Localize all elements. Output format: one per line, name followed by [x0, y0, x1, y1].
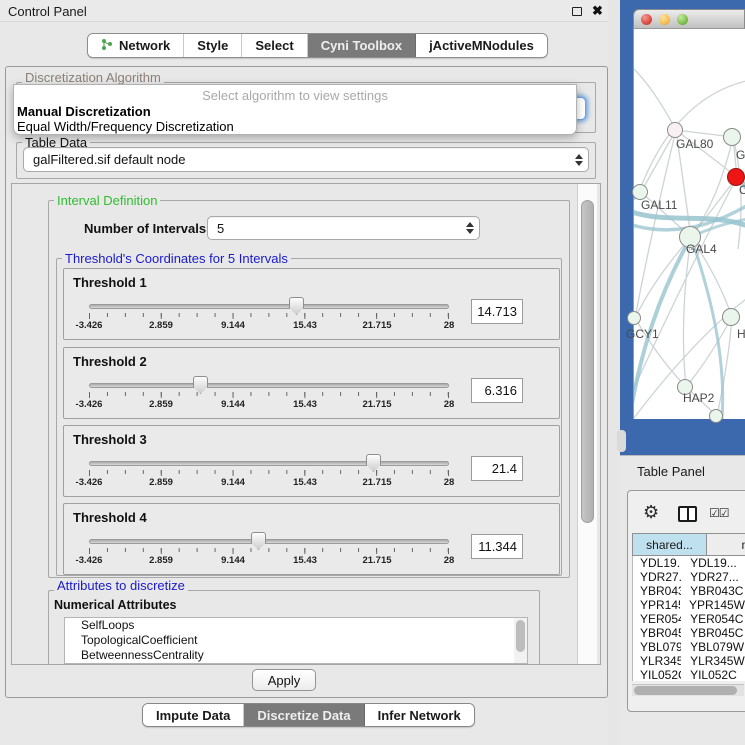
threshold-4-value-field[interactable] — [471, 534, 523, 559]
threshold-3-label: Threshold 3 — [73, 432, 147, 447]
table-row[interactable]: YPR145WYPR145W — [633, 598, 745, 612]
table-row[interactable]: YBL079WYBL079W — [633, 640, 745, 654]
control-panel-titlebar — [0, 0, 620, 22]
threshold-3-value-field[interactable] — [471, 456, 523, 481]
close-icon[interactable]: ✖ — [592, 3, 603, 19]
threshold-2-value-field[interactable] — [471, 378, 523, 403]
column-header-name[interactable]: name — [707, 533, 745, 556]
threshold-4-slider-track[interactable] — [89, 539, 449, 544]
numerical-attributes-list[interactable]: SelfLoops TopologicalCoefficient Between… — [64, 617, 528, 664]
interval-group-title: Interval Definition — [54, 193, 160, 208]
combo-spinner-icon — [570, 154, 588, 166]
dropdown-prompt: Select algorithm to view settings — [14, 88, 576, 103]
table-data-combobox[interactable]: galFiltered.sif default node — [23, 147, 589, 172]
num-intervals-label: Number of Intervals — [84, 221, 206, 236]
select-columns-icon[interactable]: ☑☑ — [709, 506, 729, 520]
node-label-gcy1: GCY1 — [626, 327, 659, 341]
node-label-hap2: HAP2 — [683, 391, 714, 405]
float-window-icon[interactable] — [572, 7, 582, 16]
application-window: Control Panel ✖ Network Style Select Cyn… — [0, 0, 745, 745]
node-label-gal11: GAL11 — [641, 198, 677, 212]
gear-icon[interactable]: ⚙ — [643, 502, 659, 523]
threshold-3-slider-track[interactable] — [89, 461, 449, 466]
node-label-c: C — [739, 183, 745, 197]
tab-infer-network[interactable]: Infer Network — [365, 704, 474, 726]
threshold-1-value-field[interactable] — [471, 299, 523, 324]
dropdown-option-manual[interactable]: Manual Discretization — [17, 104, 151, 119]
list-item[interactable]: BetweennessCentrality — [65, 648, 527, 663]
num-intervals-combobox[interactable]: 5 — [207, 216, 480, 240]
table-row[interactable]: YER054CYER054C — [633, 612, 745, 626]
algorithm-group-title: Discretization Algorithm — [22, 70, 164, 85]
threshold-2-slider-track[interactable] — [89, 383, 449, 388]
node-gcy1[interactable] — [627, 311, 641, 325]
tab-discretize-data[interactable]: Discretize Data — [244, 704, 364, 726]
table-row[interactable]: YLR345WYLR345W — [633, 654, 745, 668]
threshold-4-label: Threshold 4 — [73, 510, 147, 525]
slider-ticks — [89, 313, 449, 319]
list-item[interactable]: TopologicalCoefficient — [65, 633, 527, 648]
list-item[interactable]: SelfLoops — [65, 618, 527, 633]
node-h[interactable] — [722, 308, 740, 326]
slider-ticks — [89, 392, 449, 398]
control-panel-tabbar: Network Style Select Cyni Toolbox jActiv… — [87, 33, 548, 58]
slider-ticks — [89, 470, 449, 476]
column-header-shared-name[interactable]: shared... — [632, 533, 707, 556]
dropdown-option-equal-width[interactable]: Equal Width/Frequency Discretization — [17, 119, 234, 134]
horizontal-scrollbar-thumb[interactable] — [634, 686, 737, 695]
node-label-gal80: GAL80 — [676, 137, 713, 151]
vertical-scrollbar-thumb[interactable] — [581, 200, 594, 523]
minimize-traffic-light-icon[interactable] — [659, 14, 670, 25]
node-label-gal4: GAL4 — [686, 242, 717, 256]
bottom-tabbar: Impute Data Discretize Data Infer Networ… — [142, 703, 475, 727]
threshold-2-panel: Threshold 2 -3.426 2.859 9.144 15.43 21.… — [63, 347, 560, 419]
numerical-attributes-label: Numerical Attributes — [54, 598, 176, 612]
table-row[interactable]: YDR27...YDR27... — [633, 570, 745, 584]
network-edges — [634, 29, 745, 419]
table-row[interactable]: YDL19...YDL19... — [633, 556, 745, 570]
table-row[interactable]: YIL052CYIL052C — [633, 668, 745, 681]
tab-select[interactable]: Select — [242, 34, 307, 57]
table-header-row: shared... name — [632, 533, 745, 556]
tab-cyni-toolbox[interactable]: Cyni Toolbox — [308, 34, 416, 57]
tab-style[interactable]: Style — [184, 34, 242, 57]
panel-splitter[interactable] — [608, 0, 620, 745]
table-panel-title: Table Panel — [637, 464, 705, 479]
node-label-ga: GA — [736, 148, 745, 162]
node-bottom-partial[interactable] — [709, 409, 723, 423]
close-traffic-light-icon[interactable] — [641, 14, 652, 25]
tab-network-label: Network — [119, 38, 170, 53]
desktop-scrollbar-nub[interactable] — [617, 430, 626, 452]
threshold-2-label: Threshold 2 — [73, 354, 147, 369]
threshold-1-slider-track[interactable] — [89, 304, 449, 309]
list-scrollbar-thumb[interactable] — [516, 620, 525, 652]
threshold-coords-title: Threshold's Coordinates for 5 Intervals — [62, 251, 291, 266]
algorithm-dropdown-popup: Select algorithm to view settings Manual… — [13, 84, 577, 135]
network-icon — [101, 38, 113, 54]
threshold-1-label: Threshold 1 — [73, 275, 147, 290]
slider-ticks — [89, 548, 449, 554]
node-top-right[interactable] — [723, 128, 741, 146]
threshold-1-panel: Threshold 1 -3.426 2.859 9.144 15.43 21.… — [63, 268, 560, 340]
threshold-3-panel: Threshold 3 -3.426 2.859 9.144 15.43 21.… — [63, 425, 560, 497]
table-row[interactable]: YBR043CYBR043C — [633, 584, 745, 598]
apply-button[interactable]: Apply — [252, 669, 316, 691]
node-label-h: H — [737, 327, 745, 341]
combo-spinner-icon — [461, 222, 479, 234]
zoom-traffic-light-icon[interactable] — [677, 14, 688, 25]
threshold-4-panel: Threshold 4 -3.426 2.859 9.144 15.43 21.… — [63, 503, 560, 575]
tab-network[interactable]: Network — [88, 34, 184, 57]
split-pane-icon[interactable] — [678, 506, 697, 522]
table-body[interactable]: YDL19...YDL19... YDR27...YDR27... YBR043… — [632, 556, 745, 681]
attributes-group-title: Attributes to discretize — [54, 578, 188, 593]
tab-impute-data[interactable]: Impute Data — [143, 704, 244, 726]
table-row[interactable]: YBR045CYBR045C — [633, 626, 745, 640]
network-canvas[interactable] — [633, 29, 745, 419]
node-gal80[interactable] — [667, 122, 683, 138]
tab-jactivemnodules[interactable]: jActiveMNodules — [416, 34, 547, 57]
control-panel-title: Control Panel — [8, 4, 87, 19]
